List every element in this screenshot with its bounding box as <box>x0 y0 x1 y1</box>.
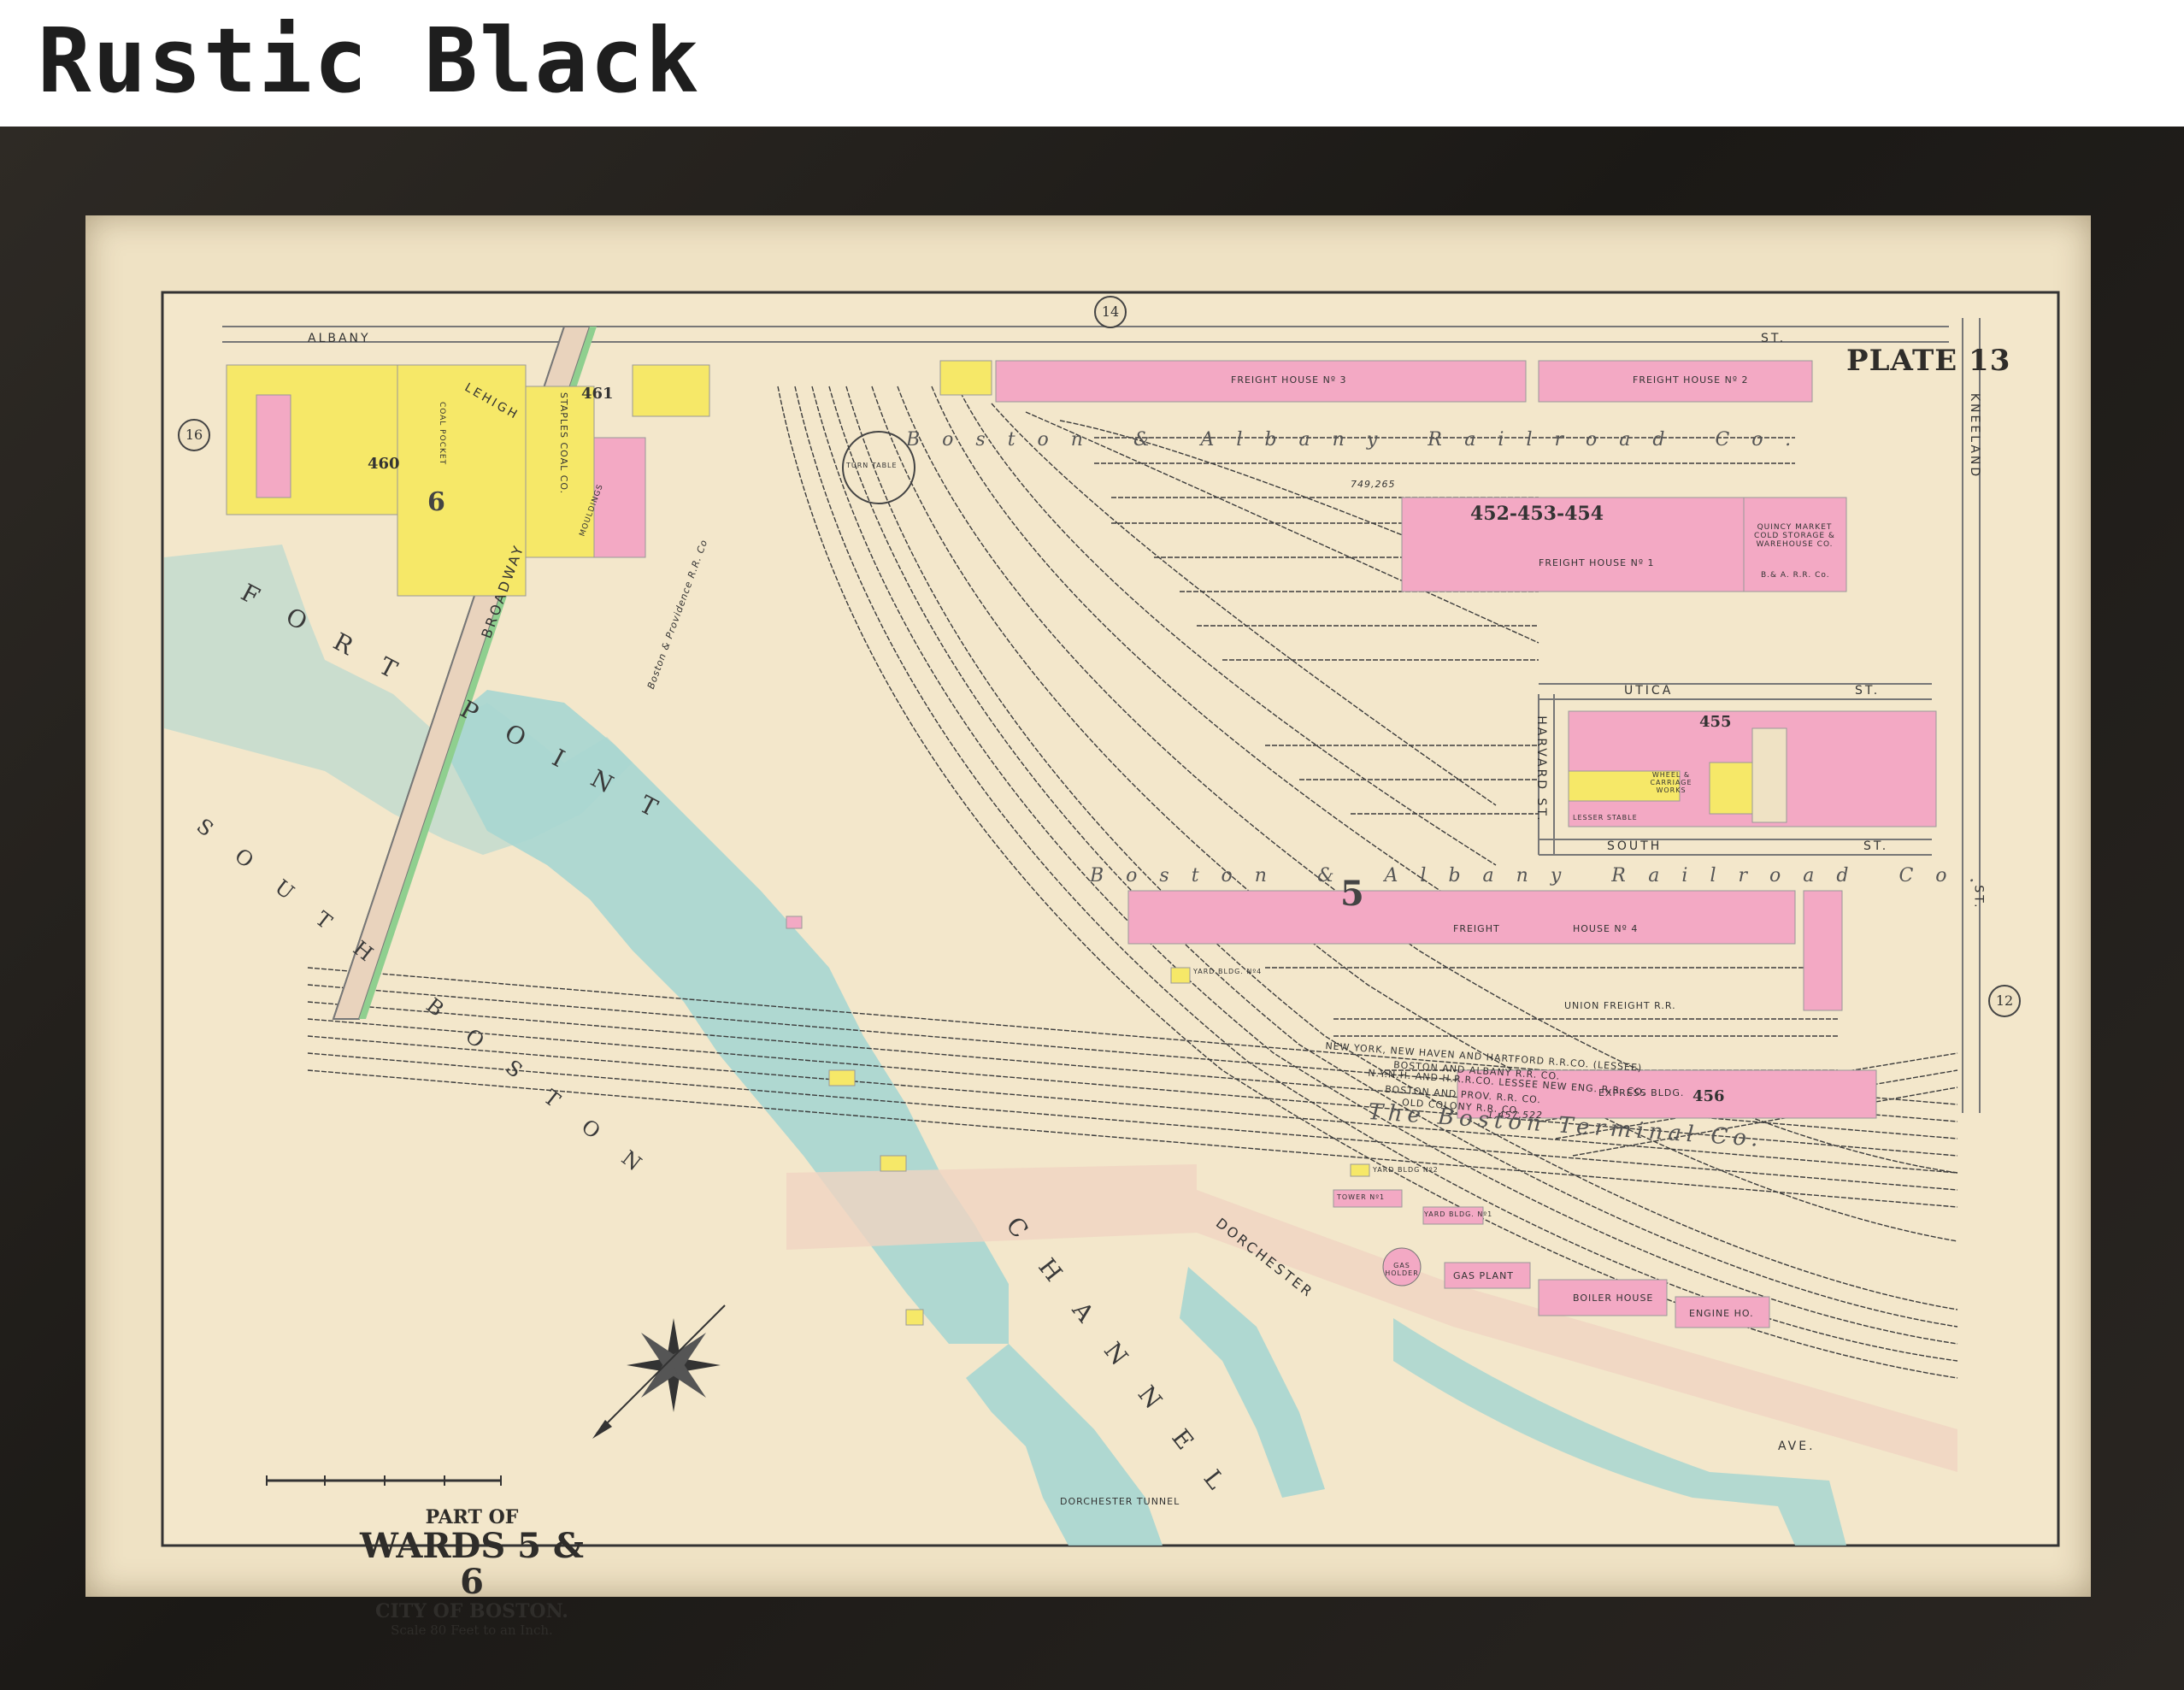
street-kneeland: KNEELAND <box>1968 392 1982 480</box>
label-tower-1: TOWER Nº1 <box>1337 1193 1386 1201</box>
label-yard-bldg-4: YARD BLDG. Nº4 <box>1193 968 1263 975</box>
plate-title: PLATE 13 <box>1846 344 2011 378</box>
lot-461: 461 <box>581 385 614 403</box>
label-yard-bldg-2: YARD BLDG Nº2 <box>1373 1166 1439 1174</box>
label-quincy-market: QUINCY MARKET COLD STORAGE & WAREHOUSE C… <box>1754 523 1835 549</box>
lot-452-454: 452-453-454 <box>1470 503 1604 525</box>
ward-number-6: 6 <box>427 487 445 517</box>
map-paper: PLATE 13 14 16 12 5 6 460 461 452-453-45… <box>85 215 2091 1638</box>
lot-455: 455 <box>1699 713 1732 731</box>
label-union-freight: UNION FREIGHT R.R. <box>1564 1000 1676 1011</box>
street-harvard: HARVARD ST. <box>1534 715 1548 823</box>
picture-frame: PLATE 13 14 16 12 5 6 460 461 452-453-45… <box>0 127 2184 1690</box>
plate-ref-14: 14 <box>1094 296 1127 328</box>
label-wheel-works: WHEEL & CARRIAGE WORKS <box>1650 771 1692 794</box>
label-gas-plant: GAS PLANT <box>1453 1270 1515 1281</box>
label-gas-holder: GAS HOLDER <box>1385 1262 1419 1277</box>
lot-460: 460 <box>368 455 400 473</box>
street-south-st: ST. <box>1863 839 1889 853</box>
label-ba-railroad-bottom: Boston & Albany Railroad Co. <box>1090 865 1998 886</box>
frame-style-title: Rustic Black <box>38 9 701 113</box>
label-freight-house-3: FREIGHT HOUSE Nº 3 <box>1231 374 1347 386</box>
label-ba-railroad-top: Boston & Albany Railroad Co. <box>906 429 1814 450</box>
label-engine-house: ENGINE HO. <box>1689 1308 1754 1319</box>
street-ave: AVE. <box>1778 1440 1816 1453</box>
street-albany: ALBANY <box>308 332 371 345</box>
street-albany-st: ST. <box>1761 332 1787 345</box>
label-yard-bldg-1: YARD BLDG. Nº1 <box>1424 1210 1493 1218</box>
plate-ref-12: 12 <box>1988 985 2021 1017</box>
lot-456: 456 <box>1692 1087 1725 1105</box>
street-south: SOUTH <box>1607 839 1663 853</box>
label-freight-house-1: FREIGHT HOUSE Nº 1 <box>1539 557 1655 568</box>
plate-ref-16: 16 <box>178 419 210 451</box>
caption-wards: WARDS 5 & 6 <box>359 1526 584 1602</box>
label-lesser-stable: LESSER STABLE <box>1573 814 1638 821</box>
label-freight-house-4-a: FREIGHT <box>1453 923 1500 934</box>
area-749265: 749,265 <box>1351 479 1396 490</box>
street-utica: UTICA <box>1624 684 1674 698</box>
label-express-bldg: EXPRESS BLDG. <box>1598 1087 1685 1098</box>
label-staples-coal: STAPLES COAL CO. <box>558 392 570 495</box>
map-caption: PART OF WARDS 5 & 6 CITY OF BOSTON. Scal… <box>352 1506 592 1638</box>
caption-city: CITY OF BOSTON. <box>375 1600 568 1622</box>
street-utica-st: ST. <box>1855 684 1881 698</box>
street-kneeland-st: ST. <box>1971 885 1986 910</box>
label-quincy-sub: B.& A. R.R. Co. <box>1761 571 1830 580</box>
label-freight-house-4-b: HOUSE Nº 4 <box>1573 923 1639 934</box>
label-dorchester-tunnel: DORCHESTER TUNNEL <box>1060 1496 1180 1507</box>
caption-scale: Scale 80 Feet to an Inch. <box>391 1622 553 1638</box>
label-boiler-house: BOILER HOUSE <box>1573 1293 1654 1304</box>
label-turntable: TURN TABLE <box>846 462 898 469</box>
label-coal-pocket: COAL POCKET <box>438 401 447 466</box>
label-freight-house-2: FREIGHT HOUSE Nº 2 <box>1633 374 1749 386</box>
map-drawing <box>161 291 2060 1547</box>
